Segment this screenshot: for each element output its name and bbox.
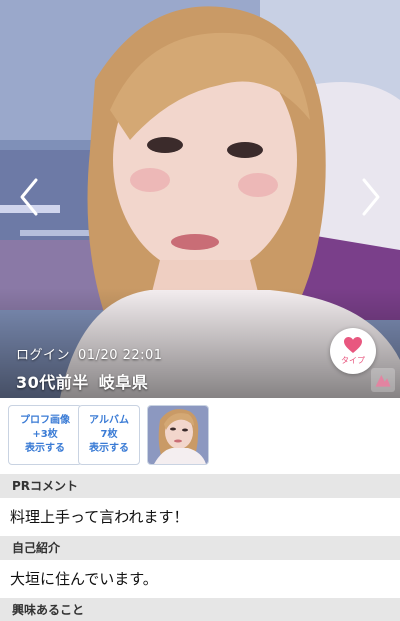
age-prefecture: 30代前半 岐阜県 [16,369,148,393]
thumbnail-image [148,406,208,464]
like-button[interactable]: タイプ [330,328,376,374]
last-login: ログイン 01/20 22:01 [16,344,163,363]
watermark-icon [371,368,395,392]
section-heading-intro: 自己紹介 [0,536,400,560]
section-heading-pr: PRコメント [0,474,400,498]
login-datetime: 01/20 22:01 [78,348,163,363]
chevron-left-icon [20,178,38,216]
login-label: ログイン [16,348,71,363]
photo-thumbnail[interactable] [147,405,209,465]
next-photo-button[interactable] [356,175,386,219]
like-label: タイプ [341,356,365,365]
section-heading-interests: 興味あること [0,598,400,621]
profile-photo[interactable]: ログイン 01/20 22:01 30代前半 岐阜県 タイプ [0,0,400,398]
prefecture: 岐阜県 [98,373,149,392]
heart-icon [344,337,362,353]
profile-page: ログイン 01/20 22:01 30代前半 岐阜県 タイプ プロフ画像 +3枚 表… [0,0,400,621]
chevron-right-icon [362,178,380,216]
show-profile-images-button[interactable]: プロフ画像 +3枚 表示する [8,405,82,465]
section-body-intro: 大垣に住んでいます。 [0,560,400,598]
show-album-button[interactable]: アルバム 7枚 表示する [78,405,140,465]
prev-photo-button[interactable] [14,175,44,219]
section-body-pr: 料理上手って言われます！ [0,498,400,536]
photo-buttons-row: プロフ画像 +3枚 表示する アルバム 7枚 表示する [0,398,400,474]
age-range: 30代前半 [16,373,89,392]
